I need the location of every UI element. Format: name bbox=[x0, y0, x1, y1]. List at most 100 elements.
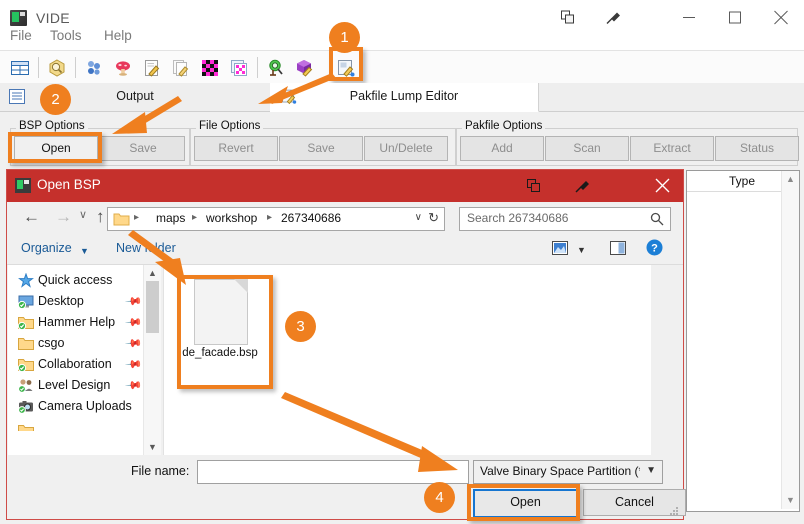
pakfile-status-button[interactable]: Status bbox=[715, 136, 799, 161]
sidebar-item-desktop[interactable]: Desktop 📌 bbox=[8, 292, 143, 312]
dialog-title-label: Open BSP bbox=[37, 177, 101, 192]
sidebar-scroll-up-arrow-icon[interactable]: ▲ bbox=[144, 265, 161, 281]
sidebar-item-partial[interactable] bbox=[8, 418, 143, 438]
vide-application-window: VIDE File Tools Help Output Pakfile Lump… bbox=[0, 0, 804, 524]
address-dropdown-icon[interactable]: ∨ bbox=[415, 212, 422, 223]
recent-locations-icon[interactable]: ∨ bbox=[79, 208, 87, 221]
sidebar-item-csgo[interactable]: csgo 📌 bbox=[8, 334, 143, 354]
restore-pane-glyph bbox=[561, 10, 575, 30]
mushroom-icon[interactable] bbox=[113, 58, 133, 78]
open-bsp-dialog: Open BSP ← → ∨ ↑ ▸ maps ▸ workshop ▸ 267… bbox=[6, 169, 686, 521]
dialog-app-icon bbox=[15, 178, 31, 193]
camera-sync-icon bbox=[18, 399, 34, 414]
sidebar-item-quick-access[interactable]: Quick access bbox=[8, 271, 143, 291]
dialog-close-icon[interactable] bbox=[643, 170, 683, 202]
dialog-sidebar: Quick access Desktop 📌 Hammer Help 📌 csg… bbox=[8, 265, 160, 455]
refresh-icon[interactable]: ↻ bbox=[428, 210, 439, 226]
bsp-options-title: BSP Options bbox=[16, 120, 88, 132]
file-save-button[interactable]: Save bbox=[279, 136, 363, 161]
pakfile-add-button[interactable]: Add bbox=[460, 136, 544, 161]
menu-help[interactable]: Help bbox=[104, 28, 132, 43]
tab-pakfile-label: Pakfile Lump Editor bbox=[349, 89, 459, 103]
blue-spheres-icon[interactable] bbox=[84, 58, 104, 78]
dialog-pin-icon[interactable] bbox=[563, 170, 603, 202]
copy-document-icon[interactable] bbox=[171, 58, 191, 78]
up-arrow-icon[interactable]: ↑ bbox=[96, 207, 105, 227]
pakfile-options-title: Pakfile Options bbox=[462, 120, 546, 132]
search-placeholder: Search 267340686 bbox=[467, 211, 569, 225]
sidebar-item-collaboration[interactable]: Collaboration 📌 bbox=[8, 355, 143, 375]
app-icon bbox=[10, 10, 27, 26]
sidebar-item-label: Quick access bbox=[38, 273, 113, 287]
forward-arrow-icon[interactable]: → bbox=[55, 207, 72, 227]
annotation-badge-2: 2 bbox=[40, 84, 71, 115]
resize-grip[interactable] bbox=[670, 507, 679, 516]
menu-tools[interactable]: Tools bbox=[50, 28, 82, 43]
search-box[interactable]: Search 267340686 bbox=[459, 207, 671, 231]
sidebar-scroll-thumb[interactable] bbox=[146, 281, 159, 333]
sidebar-item-hammer-help[interactable]: Hammer Help 📌 bbox=[8, 313, 143, 333]
scroll-up-arrow-icon[interactable]: ▲ bbox=[782, 171, 799, 188]
sidebar-scroll-down-arrow-icon[interactable]: ▼ bbox=[144, 439, 161, 455]
scroll-down-arrow-icon[interactable]: ▼ bbox=[782, 492, 799, 509]
sidebar-item-camera-uploads[interactable]: Camera Uploads bbox=[8, 397, 143, 417]
menu-bar: File Tools Help bbox=[0, 28, 804, 50]
breadcrumb-maps[interactable]: maps bbox=[156, 211, 185, 225]
main-toolbar bbox=[0, 47, 804, 85]
sidebar-item-label: csgo bbox=[38, 336, 65, 350]
texture-stack-icon[interactable] bbox=[229, 58, 249, 78]
file-revert-button[interactable]: Revert bbox=[194, 136, 278, 161]
file-name-label: File name: bbox=[131, 464, 190, 478]
help-icon[interactable]: ? bbox=[646, 239, 663, 261]
new-folder-button[interactable]: New folder bbox=[116, 241, 176, 255]
pakfile-extract-button[interactable]: Extract bbox=[630, 136, 714, 161]
organize-button[interactable]: Organize bbox=[21, 241, 72, 255]
pakfile-list-scrollbar[interactable]: ▲ ▼ bbox=[781, 171, 799, 509]
sidebar-item-label: Level Design bbox=[38, 378, 111, 392]
bsp-save-button[interactable]: Save bbox=[101, 136, 185, 161]
organize-chevron-down-icon[interactable]: ▼ bbox=[80, 246, 89, 256]
svg-text:?: ? bbox=[651, 243, 658, 255]
minimize-glyph bbox=[682, 11, 696, 30]
back-arrow-icon[interactable]: ← bbox=[23, 207, 40, 227]
highlight-dialog-open-button bbox=[467, 484, 580, 521]
edit-document-icon[interactable] bbox=[142, 58, 162, 78]
dialog-restore-pane-icon[interactable] bbox=[515, 170, 555, 202]
toolbar-separator bbox=[75, 57, 76, 78]
folder-icon bbox=[18, 420, 34, 437]
view-layout-icon[interactable] bbox=[552, 241, 568, 260]
folder-icon bbox=[113, 211, 130, 231]
sidebar-item-label: Collaboration bbox=[38, 357, 112, 371]
file-name-input[interactable] bbox=[197, 460, 469, 484]
sidebar-scrollbar[interactable]: ▲ ▼ bbox=[143, 265, 161, 455]
highlight-bsp-open-button bbox=[8, 132, 102, 163]
breadcrumb-separator: ▸ bbox=[134, 212, 140, 223]
hex-search-icon[interactable] bbox=[47, 58, 67, 78]
magnifier-icon bbox=[650, 212, 664, 231]
preview-pane-icon[interactable] bbox=[610, 241, 626, 260]
sidebar-item-label: Desktop bbox=[38, 294, 84, 308]
annotation-badge-3: 3 bbox=[285, 311, 316, 342]
folder-sync-icon bbox=[17, 357, 34, 373]
quick-access-star-icon bbox=[18, 272, 34, 288]
cubemap-edit-icon[interactable] bbox=[295, 58, 315, 78]
breadcrumb-id[interactable]: 267340686 bbox=[281, 211, 341, 225]
file-undelete-button[interactable]: Un/Delete bbox=[364, 136, 448, 161]
app-title: VIDE bbox=[36, 10, 70, 26]
highlight-selected-file bbox=[177, 275, 273, 389]
tab-pakfile-lump-editor[interactable]: Pakfile Lump Editor bbox=[270, 83, 539, 112]
dialog-command-bar: Organize ▼ New folder ▼ ? bbox=[7, 234, 683, 265]
file-type-combo[interactable]: Valve Binary Space Partition (*.b ▼ bbox=[473, 460, 663, 484]
sidebar-item-level-design[interactable]: Level Design 📌 bbox=[8, 376, 143, 396]
entity-search-icon[interactable] bbox=[266, 58, 286, 78]
annotation-badge-4: 4 bbox=[424, 482, 455, 513]
checker-texture-icon[interactable] bbox=[200, 58, 220, 78]
pakfile-scan-button[interactable]: Scan bbox=[545, 136, 629, 161]
toolbar-separator bbox=[257, 57, 258, 78]
breadcrumb-workshop[interactable]: workshop bbox=[206, 211, 257, 225]
grid-layout-icon[interactable] bbox=[10, 58, 30, 78]
people-sync-icon bbox=[18, 378, 34, 393]
menu-file[interactable]: File bbox=[10, 28, 32, 43]
address-bar[interactable]: ▸ maps ▸ workshop ▸ 267340686 ∨ ↻ bbox=[107, 207, 445, 231]
view-chevron-down-icon[interactable]: ▼ bbox=[577, 245, 586, 255]
